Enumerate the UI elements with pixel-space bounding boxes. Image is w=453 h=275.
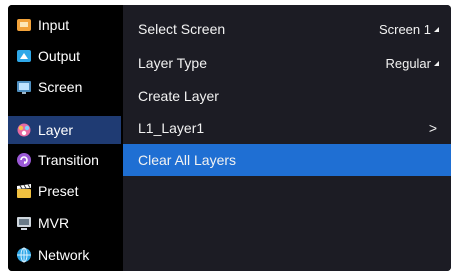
sidebar-item-label: Screen: [38, 79, 83, 95]
menu-row-label: Select Screen: [138, 21, 226, 37]
sidebar-item-input[interactable]: Input: [8, 11, 121, 39]
network-icon: [16, 247, 32, 263]
menu-row-label: Layer Type: [138, 55, 208, 71]
sidebar-item-label: MVR: [38, 215, 70, 231]
sidebar: Input Output Screen Layer Transition Pre…: [8, 5, 121, 271]
preset-icon: [16, 183, 32, 199]
sidebar-item-label: Network: [38, 247, 90, 263]
sidebar-item-output[interactable]: Output: [8, 42, 121, 70]
sidebar-item-label: Preset: [38, 183, 79, 199]
select-screen-dropdown[interactable]: Screen 1: [379, 22, 439, 37]
output-icon: [16, 48, 32, 64]
dropdown-arrow-icon: [434, 60, 439, 66]
sidebar-item-mvr[interactable]: MVR: [8, 209, 121, 237]
transition-icon: [16, 152, 32, 168]
menu-row-clear-all-layers[interactable]: Clear All Layers: [123, 144, 451, 176]
mvr-icon: [16, 215, 32, 231]
sidebar-item-label: Layer: [38, 122, 74, 138]
menu-row-layer1[interactable]: L1_Layer1 >: [123, 112, 451, 144]
sidebar-item-label: Output: [38, 48, 81, 64]
sidebar-item-preset[interactable]: Preset: [8, 177, 121, 205]
input-icon: [16, 17, 32, 33]
layer-menu-panel: Select Screen Screen 1 Layer Type Regula…: [123, 5, 451, 271]
dropdown-arrow-icon: [434, 26, 439, 32]
menu-row-create-layer[interactable]: Create Layer: [123, 80, 451, 112]
sidebar-item-transition[interactable]: Transition: [8, 146, 121, 174]
menu-row-label: L1_Layer1: [138, 120, 205, 136]
sidebar-item-screen[interactable]: Screen: [8, 73, 121, 101]
sidebar-item-network[interactable]: Network: [8, 241, 121, 269]
sidebar-item-layer[interactable]: Layer: [8, 116, 121, 144]
layer-icon: [16, 122, 32, 138]
screen-icon: [16, 79, 32, 95]
app-frame: Input Output Screen Layer Transition Pre…: [8, 5, 451, 271]
menu-row-layer-type[interactable]: Layer Type Regular: [123, 47, 451, 79]
sidebar-item-label: Input: [38, 17, 70, 33]
menu-row-label: Create Layer: [138, 88, 219, 104]
sidebar-item-label: Transition: [38, 152, 99, 168]
layer-type-dropdown[interactable]: Regular: [385, 56, 439, 71]
chevron-right-icon: >: [428, 120, 437, 136]
layer-type-value: Regular: [385, 55, 431, 71]
menu-row-select-screen[interactable]: Select Screen Screen 1: [123, 13, 451, 45]
menu-row-label: Clear All Layers: [138, 152, 237, 168]
select-screen-value: Screen 1: [378, 21, 431, 37]
